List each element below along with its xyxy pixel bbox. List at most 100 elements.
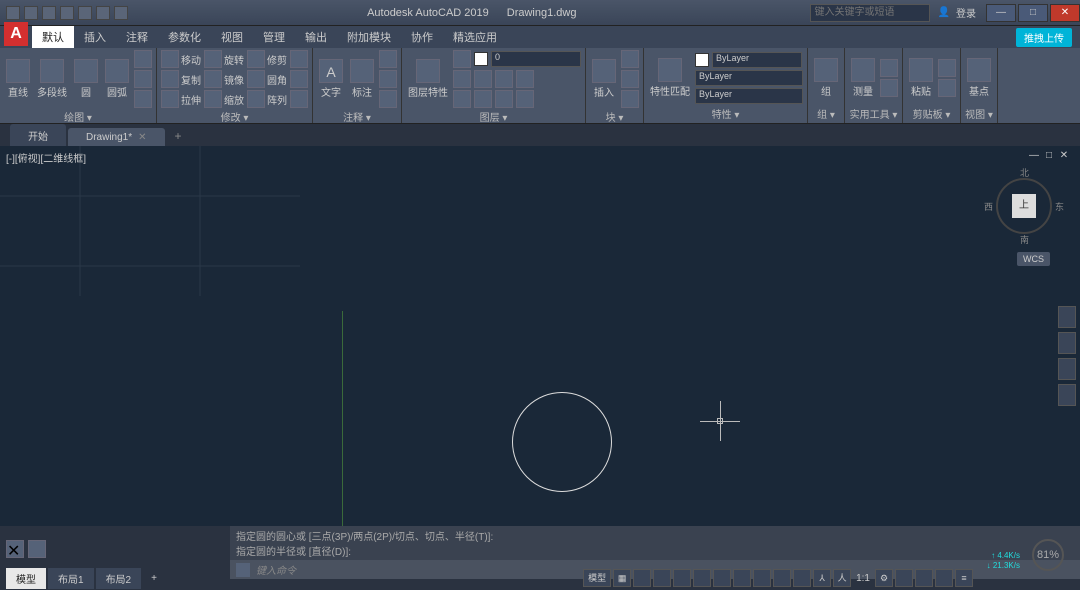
status-hwaccel-icon[interactable] bbox=[915, 569, 933, 587]
help-search-input[interactable] bbox=[810, 4, 930, 22]
rotate-icon[interactable] bbox=[204, 50, 222, 68]
trim-icon[interactable] bbox=[247, 50, 265, 68]
tool-base[interactable]: 基点 bbox=[965, 56, 993, 100]
tool-measure[interactable]: 测量 bbox=[849, 56, 877, 100]
nav-pan-icon[interactable] bbox=[1058, 332, 1076, 354]
tool-copy2[interactable] bbox=[938, 79, 956, 97]
panel-label[interactable]: 绘图 ▾ bbox=[4, 108, 152, 124]
array-icon[interactable] bbox=[247, 90, 265, 108]
viewport-close-icon[interactable]: ✕ bbox=[1058, 150, 1070, 162]
tool-edit[interactable] bbox=[621, 70, 639, 88]
tool-calc[interactable] bbox=[880, 59, 898, 77]
panel-label[interactable]: 剪贴板 ▾ bbox=[907, 105, 956, 121]
close-button[interactable]: ✕ bbox=[1050, 4, 1080, 22]
layout-tab-layout2[interactable]: 布局2 bbox=[96, 568, 142, 589]
tool-polyline[interactable]: 多段线 bbox=[35, 57, 69, 101]
tab-annotate[interactable]: 注释 bbox=[116, 26, 158, 48]
tool-create[interactable] bbox=[621, 50, 639, 68]
new-layout-button[interactable]: + bbox=[143, 570, 165, 587]
layer-tool8[interactable] bbox=[516, 90, 534, 108]
command-history[interactable]: 指定圆的圆心或 [三点(3P)/两点(2P)/切点、切点、半径(T)]: 指定圆… bbox=[230, 526, 1080, 560]
status-3dosnap-icon[interactable] bbox=[713, 569, 731, 587]
panel-label[interactable]: 实用工具 ▾ bbox=[849, 105, 898, 121]
tool-matchprop[interactable]: 特性匹配 bbox=[648, 56, 692, 100]
tab-parametric[interactable]: 参数化 bbox=[158, 26, 211, 48]
status-model-toggle[interactable]: 模型 bbox=[583, 569, 611, 587]
tool-leader[interactable] bbox=[379, 50, 397, 68]
tab-output[interactable]: 输出 bbox=[295, 26, 337, 48]
tool-text[interactable]: A文字 bbox=[317, 57, 345, 101]
tab-collaborate[interactable]: 协作 bbox=[401, 26, 443, 48]
layout-tab-layout1[interactable]: 布局1 bbox=[48, 568, 94, 589]
panel-label[interactable]: 块 ▾ bbox=[590, 108, 639, 124]
status-customize-icon[interactable]: ≡ bbox=[955, 569, 973, 587]
tool-dim[interactable]: 标注 bbox=[348, 57, 376, 101]
doctab-drawing1[interactable]: Drawing1*✕ bbox=[68, 128, 165, 146]
layer-tool4[interactable] bbox=[516, 70, 534, 88]
tab-addins[interactable]: 附加模块 bbox=[337, 26, 401, 48]
nav-wheel-icon[interactable] bbox=[1058, 306, 1076, 328]
layout-tab-model[interactable]: 模型 bbox=[6, 568, 46, 589]
status-scale[interactable]: 1:1 bbox=[852, 573, 874, 584]
tool-line[interactable]: 直线 bbox=[4, 57, 32, 101]
status-cycling-icon[interactable] bbox=[793, 569, 811, 587]
layer-color-swatch[interactable] bbox=[474, 52, 488, 66]
close-tab-icon[interactable]: ✕ bbox=[138, 132, 146, 143]
minimize-button[interactable]: — bbox=[986, 4, 1016, 22]
user-area[interactable]: 👤 登录 bbox=[930, 5, 984, 20]
tool-paste[interactable]: 粘贴 bbox=[907, 56, 935, 100]
tool-arc[interactable]: 圆弧 bbox=[103, 57, 131, 101]
status-isolate-icon[interactable] bbox=[895, 569, 913, 587]
tool-table[interactable] bbox=[379, 70, 397, 88]
layer-selector[interactable]: 0 bbox=[491, 51, 581, 67]
status-annotation-icon[interactable]: 人 bbox=[833, 569, 851, 587]
drawing-canvas[interactable]: [-][俯视][二维线框] — □ ✕ Y X 上 北 南 东 西 WCS bbox=[0, 146, 1080, 526]
app-icon[interactable]: A bbox=[4, 22, 28, 46]
wcs-badge[interactable]: WCS bbox=[1017, 252, 1050, 266]
status-lwt-icon[interactable] bbox=[753, 569, 771, 587]
layer-tool2[interactable] bbox=[474, 70, 492, 88]
status-gear-icon[interactable]: ⚙ bbox=[875, 569, 893, 587]
viewport-label[interactable]: [-][俯视][二维线框] bbox=[6, 150, 86, 165]
color-swatch[interactable] bbox=[695, 53, 709, 67]
status-grid-icon[interactable]: ▦ bbox=[613, 569, 631, 587]
qat-undo-icon[interactable] bbox=[96, 6, 110, 20]
nav-zoom-icon[interactable] bbox=[1058, 358, 1076, 380]
tool-explode[interactable] bbox=[290, 70, 308, 88]
status-ortho-icon[interactable] bbox=[653, 569, 671, 587]
cmd-recent-icon[interactable] bbox=[28, 540, 46, 558]
fillet-icon[interactable] bbox=[247, 70, 265, 88]
tool-mtext[interactable] bbox=[379, 90, 397, 108]
tool-erase[interactable] bbox=[290, 50, 308, 68]
panel-label[interactable]: 修改 ▾ bbox=[161, 108, 308, 124]
upload-button[interactable]: 推拽上传 bbox=[1016, 28, 1072, 47]
tab-view[interactable]: 视图 bbox=[211, 26, 253, 48]
qat-save-icon[interactable] bbox=[42, 6, 56, 20]
layer-tool6[interactable] bbox=[474, 90, 492, 108]
copy-icon[interactable] bbox=[161, 70, 179, 88]
tool-layer-props[interactable]: 图层特性 bbox=[406, 57, 450, 101]
panel-label[interactable]: 注释 ▾ bbox=[317, 108, 397, 124]
doctab-start[interactable]: 开始 bbox=[10, 124, 66, 146]
viewport-max-icon[interactable]: □ bbox=[1043, 150, 1055, 162]
panel-label[interactable]: 视图 ▾ bbox=[965, 105, 993, 121]
tool-rect[interactable] bbox=[134, 50, 152, 68]
status-osnap-icon[interactable] bbox=[693, 569, 711, 587]
qat-plot-icon[interactable] bbox=[78, 6, 92, 20]
tool-attr[interactable] bbox=[621, 90, 639, 108]
tool-ellipse[interactable] bbox=[134, 70, 152, 88]
qat-new-icon[interactable] bbox=[6, 6, 20, 20]
panel-label[interactable]: 特性 ▾ bbox=[648, 105, 803, 121]
status-annoscale-icon[interactable]: ⅄ bbox=[813, 569, 831, 587]
qat-saveas-icon[interactable] bbox=[60, 6, 74, 20]
color-selector[interactable]: ByLayer bbox=[712, 52, 802, 68]
status-otrack-icon[interactable] bbox=[733, 569, 751, 587]
tab-manage[interactable]: 管理 bbox=[253, 26, 295, 48]
new-tab-button[interactable]: + bbox=[167, 126, 190, 146]
status-clean-icon[interactable] bbox=[935, 569, 953, 587]
tab-insert[interactable]: 插入 bbox=[74, 26, 116, 48]
tab-featured[interactable]: 精选应用 bbox=[443, 26, 507, 48]
tool-group[interactable]: 组 bbox=[812, 56, 840, 100]
status-transparency-icon[interactable] bbox=[773, 569, 791, 587]
panel-label[interactable]: 组 ▾ bbox=[812, 105, 840, 121]
